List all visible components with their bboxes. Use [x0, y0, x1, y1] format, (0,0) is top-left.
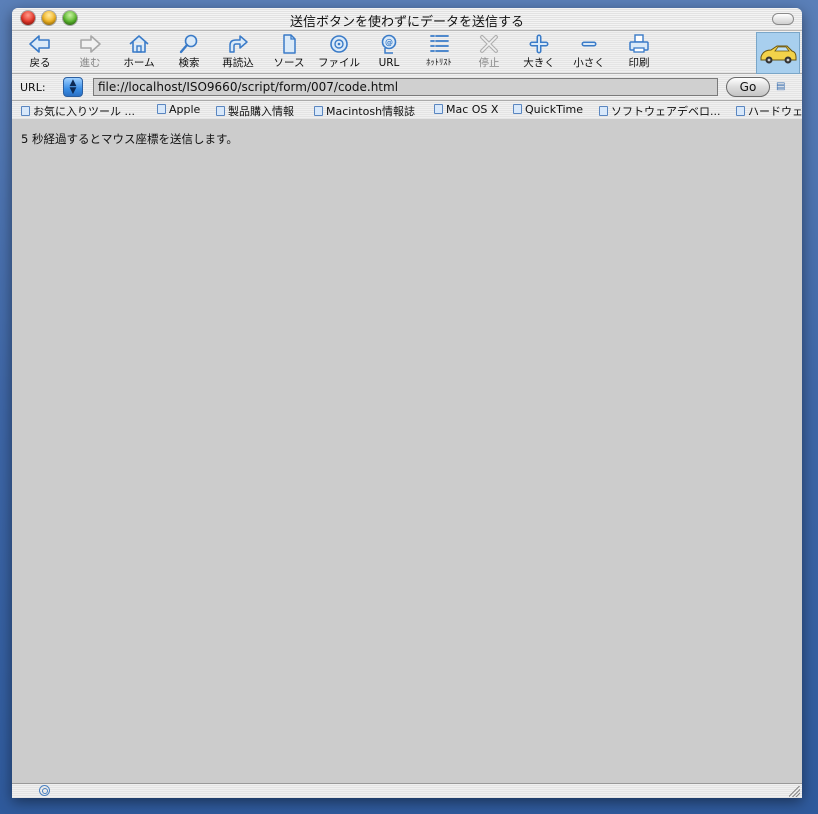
print-icon: [629, 34, 649, 53]
favorite-item[interactable]: 製品購入情報: [216, 103, 294, 119]
car-logo-icon: [760, 45, 797, 64]
resize-grip-icon[interactable]: [789, 786, 800, 797]
source-button-label: ソース: [273, 57, 305, 69]
url-button[interactable]: @ URL: [364, 33, 414, 70]
favorite-item[interactable]: ソフトウェアデベロ...: [599, 103, 721, 119]
hotlist-button-label: ﾎｯﾄﾘｽﾄ: [426, 58, 452, 68]
window-title: 送信ボタンを使わずにデータを送信する: [289, 15, 524, 30]
browser-window: 送信ボタンを使わずにデータを送信する 戻る 進む ホーム 検索 再読込 ソース: [12, 8, 802, 798]
page-content[interactable]: 5 秒経過するとマウス座標を送信します。: [12, 119, 802, 783]
reload-button-label: 再読込: [222, 57, 254, 69]
back-button[interactable]: 戻る: [15, 33, 65, 70]
forward-button[interactable]: 進む: [65, 33, 115, 70]
reload-button[interactable]: 再読込: [213, 33, 263, 70]
favorite-item[interactable]: お気に入りツール ...: [21, 103, 135, 119]
search-button-label: 検索: [178, 57, 200, 69]
favorite-item[interactable]: QuickTime: [513, 103, 583, 116]
zoom-in-button[interactable]: 大きく: [514, 33, 564, 70]
go-button[interactable]: Go: [726, 77, 770, 97]
favorite-page-icon: [599, 106, 608, 116]
title-bar[interactable]: 送信ボタンを使わずにデータを送信する: [12, 8, 802, 31]
back-arrow-icon: [29, 35, 50, 53]
url-input[interactable]: [93, 78, 718, 96]
url-button-label: URL: [378, 57, 400, 69]
print-button-label: 印刷: [628, 57, 650, 69]
address-bar: URL: ▲▼ Go ▤: [12, 74, 802, 101]
favorite-item[interactable]: ハードウェ: [736, 103, 802, 119]
zoom-out-icon: [581, 41, 597, 47]
url-history-popup[interactable]: ▲ ▼: [63, 77, 83, 97]
hotlist-button[interactable]: ﾎｯﾄﾘｽﾄ: [414, 33, 464, 70]
favorite-item[interactable]: Apple: [157, 103, 200, 116]
url-label: URL:: [20, 81, 46, 94]
favorite-page-icon: [434, 104, 443, 114]
forward-arrow-icon: [80, 35, 101, 53]
favorite-page-icon: [513, 104, 522, 114]
zoom-out-button-label: 小さく: [573, 57, 605, 69]
zoom-out-button[interactable]: 小さく: [564, 33, 614, 70]
file-button-label: ファイル: [318, 57, 360, 69]
connection-status-icon: [39, 785, 50, 796]
zoom-in-button-label: 大きく: [523, 57, 555, 69]
source-button[interactable]: ソース: [264, 33, 314, 70]
popup-arrows-icon: ▲ ▼: [69, 78, 77, 96]
zoom-in-icon: [529, 34, 549, 54]
favorite-page-icon: [216, 106, 225, 116]
home-icon: [129, 35, 149, 53]
stop-icon: [480, 35, 498, 53]
home-button[interactable]: ホーム: [114, 33, 164, 70]
page-options-icon[interactable]: ▤: [776, 81, 785, 92]
favorite-item[interactable]: Macintosh情報誌: [314, 103, 415, 119]
toolbar-toggle-button[interactable]: [772, 13, 794, 25]
reload-icon: [229, 35, 248, 53]
stop-button[interactable]: 停止: [464, 33, 514, 70]
url-icon: @: [381, 34, 397, 54]
favorites-bar: お気に入りツール ... Apple 製品購入情報 Macintosh情報誌 M…: [12, 101, 802, 120]
forward-button-label: 進む: [79, 57, 101, 69]
print-button[interactable]: 印刷: [614, 33, 664, 70]
file-button[interactable]: ファイル: [314, 33, 364, 70]
back-button-label: 戻る: [29, 57, 51, 69]
browser-logo[interactable]: [756, 32, 800, 74]
favorite-item[interactable]: Mac OS X: [434, 103, 498, 116]
home-button-label: ホーム: [123, 57, 155, 69]
svg-text:@: @: [385, 38, 393, 47]
favorite-page-icon: [21, 106, 30, 116]
stop-button-label: 停止: [478, 57, 500, 69]
toolbar: 戻る 進む ホーム 検索 再読込 ソース ファイル @ URL ﾎｯﾄﾘｽﾄ 停…: [12, 31, 802, 74]
favorite-page-icon: [314, 106, 323, 116]
search-icon: [179, 34, 198, 54]
hotlist-icon: [430, 35, 449, 52]
page-message: 5 秒経過するとマウス座標を送信します。: [21, 132, 238, 146]
favorite-page-icon: [736, 106, 745, 116]
status-bar: [12, 783, 802, 798]
favorite-page-icon: [157, 104, 166, 114]
search-button[interactable]: 検索: [164, 33, 214, 70]
file-disc-icon: [330, 35, 348, 53]
source-page-icon: [283, 34, 296, 54]
